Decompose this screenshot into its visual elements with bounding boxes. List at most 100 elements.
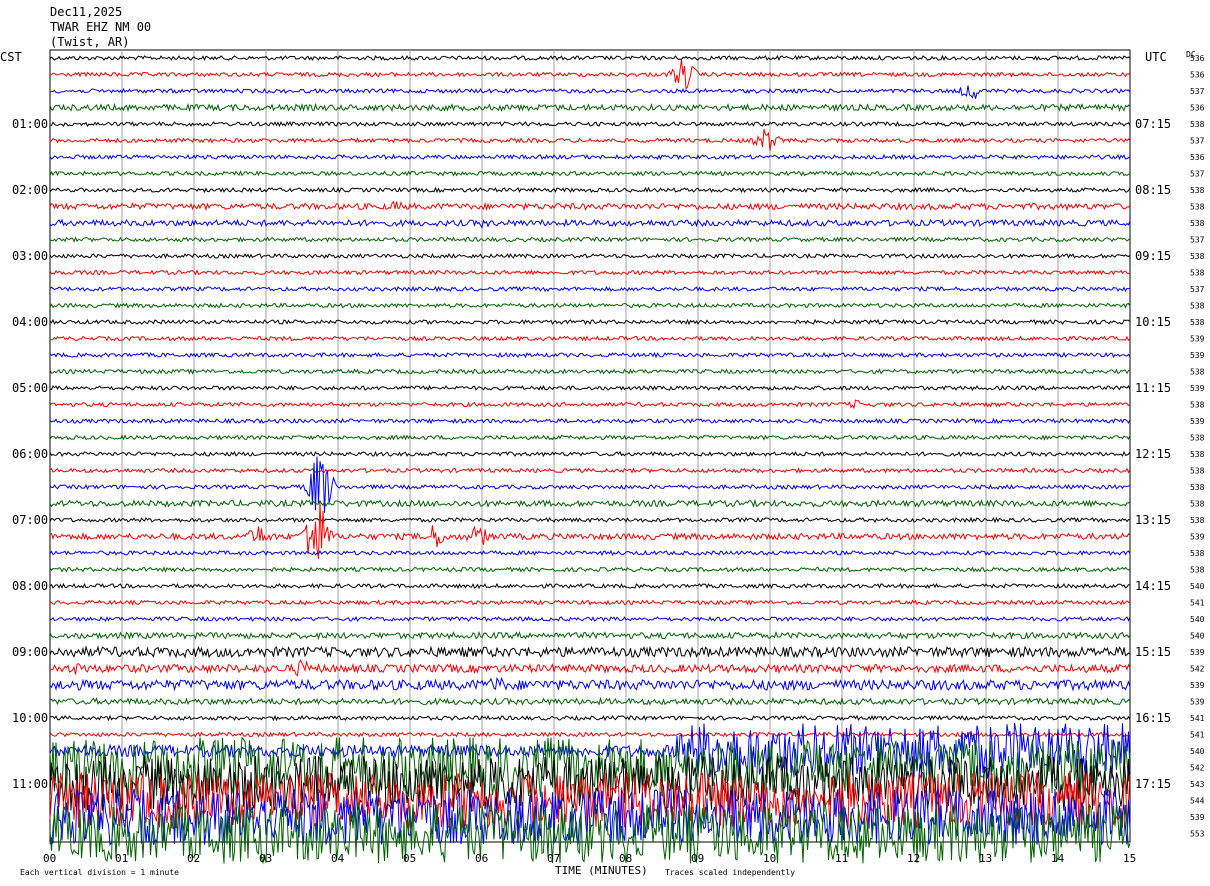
dc-offset-label: 553 bbox=[1190, 830, 1205, 839]
trace-row-20 bbox=[49, 384, 1131, 392]
dc-offset-label: 538 bbox=[1190, 368, 1205, 377]
trace-row-19 bbox=[49, 368, 1131, 375]
dc-offset-label: 538 bbox=[1190, 302, 1205, 311]
right-time-label: 10:15 bbox=[1135, 315, 1171, 329]
dc-offset-label: 537 bbox=[1190, 87, 1205, 96]
left-time-label: 11:00 bbox=[12, 777, 48, 791]
dc-offset-label: 538 bbox=[1190, 203, 1205, 212]
trace-row-30 bbox=[49, 549, 1131, 557]
trace-row-38 bbox=[49, 676, 1131, 692]
trace-row-15 bbox=[49, 302, 1131, 309]
trace-row-10 bbox=[49, 218, 1131, 229]
right-time-label: 17:15 bbox=[1135, 777, 1171, 791]
trace-row-5 bbox=[49, 128, 1131, 151]
x-tick-label: 00 bbox=[43, 852, 56, 865]
right-time-label: 12:15 bbox=[1135, 447, 1171, 461]
right-time-label: 11:15 bbox=[1135, 381, 1171, 395]
dc-offset-label: 537 bbox=[1190, 236, 1205, 245]
dc-offset-label: 541 bbox=[1190, 714, 1205, 723]
trace-row-4 bbox=[49, 120, 1131, 128]
trace-row-16 bbox=[49, 318, 1131, 326]
trace-row-2 bbox=[49, 85, 1131, 99]
trace-row-11 bbox=[49, 236, 1131, 243]
trace-row-1 bbox=[49, 59, 1131, 90]
x-tick-label: 03 bbox=[259, 852, 272, 865]
dc-offset-label: 539 bbox=[1190, 417, 1205, 426]
x-tick-label: 01 bbox=[115, 852, 128, 865]
x-axis-title: TIME (MINUTES) bbox=[555, 864, 648, 877]
dc-offset-label: 541 bbox=[1190, 731, 1205, 740]
trace-row-35 bbox=[49, 630, 1131, 640]
trace-row-24 bbox=[49, 450, 1131, 458]
dc-offset-label: 539 bbox=[1190, 533, 1205, 542]
trace-row-42 bbox=[49, 722, 1131, 779]
trace-row-9 bbox=[49, 200, 1131, 212]
x-tick-label: 10 bbox=[763, 852, 776, 865]
dc-offset-label: 538 bbox=[1190, 186, 1205, 195]
left-time-label: 03:00 bbox=[12, 249, 48, 263]
traces-layer bbox=[49, 54, 1131, 865]
x-tick-label: 02 bbox=[187, 852, 200, 865]
trace-row-40 bbox=[49, 714, 1131, 722]
dc-offset-label: 538 bbox=[1190, 434, 1205, 443]
trace-row-23 bbox=[49, 434, 1131, 441]
dc-offset-label: 544 bbox=[1190, 797, 1205, 806]
grid-layer bbox=[49, 49, 1131, 843]
dc-offset-label: 541 bbox=[1190, 599, 1205, 608]
left-time-label: 02:00 bbox=[12, 183, 48, 197]
plot-frame bbox=[49, 49, 1131, 843]
x-tick-label: 06 bbox=[475, 852, 488, 865]
trace-row-7 bbox=[49, 170, 1131, 177]
left-time-label: 10:00 bbox=[12, 711, 48, 725]
right-time-label: 16:15 bbox=[1135, 711, 1171, 725]
dc-offset-label: 538 bbox=[1190, 219, 1205, 228]
trace-row-28 bbox=[49, 516, 1131, 524]
dc-offset-label: 538 bbox=[1190, 318, 1205, 327]
trace-row-27 bbox=[49, 498, 1131, 508]
trace-row-6 bbox=[49, 153, 1131, 161]
trace-row-14 bbox=[49, 285, 1131, 293]
dc-offset-label: 536 bbox=[1190, 153, 1205, 162]
x-tick-label: 14 bbox=[1051, 852, 1065, 865]
dc-offset-label: 540 bbox=[1190, 582, 1205, 591]
trace-row-17 bbox=[49, 335, 1131, 342]
trace-row-34 bbox=[49, 615, 1131, 623]
dc-offset-label: 538 bbox=[1190, 500, 1205, 509]
dc-offset-label: 538 bbox=[1190, 483, 1205, 492]
left-timezone-label: CST bbox=[0, 50, 22, 64]
dc-offset-label: 539 bbox=[1190, 681, 1205, 690]
dc-header-label: DC bbox=[1186, 50, 1196, 59]
trace-row-31 bbox=[49, 566, 1131, 573]
trace-row-32 bbox=[49, 582, 1130, 590]
dc-offset-label: 538 bbox=[1190, 120, 1205, 129]
dc-offset-label: 538 bbox=[1190, 450, 1205, 459]
left-time-label: 05:00 bbox=[12, 381, 48, 395]
trace-row-33 bbox=[50, 599, 1131, 606]
right-time-label: 15:15 bbox=[1135, 645, 1171, 659]
x-tick-label: 09 bbox=[691, 852, 704, 865]
left-time-label: 09:00 bbox=[12, 645, 48, 659]
dc-offset-label: 538 bbox=[1190, 252, 1205, 261]
dc-offset-label: 538 bbox=[1190, 269, 1205, 278]
left-time-label: 08:00 bbox=[12, 579, 48, 593]
dc-offset-label: 538 bbox=[1190, 566, 1205, 575]
dc-offset-label: 540 bbox=[1190, 632, 1205, 641]
dc-offset-label: 539 bbox=[1190, 384, 1205, 393]
right-timezone-label: UTC bbox=[1145, 50, 1167, 64]
trace-row-25 bbox=[49, 467, 1131, 474]
trace-row-12 bbox=[49, 252, 1131, 260]
trace-row-37 bbox=[49, 659, 1131, 677]
dc-offset-label: 538 bbox=[1190, 516, 1205, 525]
dc-offset-label: 540 bbox=[1190, 747, 1205, 756]
dc-offset-label: 539 bbox=[1190, 648, 1205, 657]
helicorder-plot: 5365365375365385375365375385385385375385… bbox=[0, 49, 1205, 877]
dc-offset-label: 540 bbox=[1190, 615, 1205, 624]
dc-offset-label: 538 bbox=[1190, 467, 1205, 476]
left-time-label: 07:00 bbox=[12, 513, 48, 527]
left-time-label: 04:00 bbox=[12, 315, 48, 329]
trace-row-13 bbox=[49, 269, 1131, 276]
x-tick-label: 11 bbox=[835, 852, 848, 865]
trace-row-39 bbox=[49, 696, 1131, 707]
trace-row-3 bbox=[49, 102, 1131, 113]
x-tick-label: 04 bbox=[331, 852, 345, 865]
